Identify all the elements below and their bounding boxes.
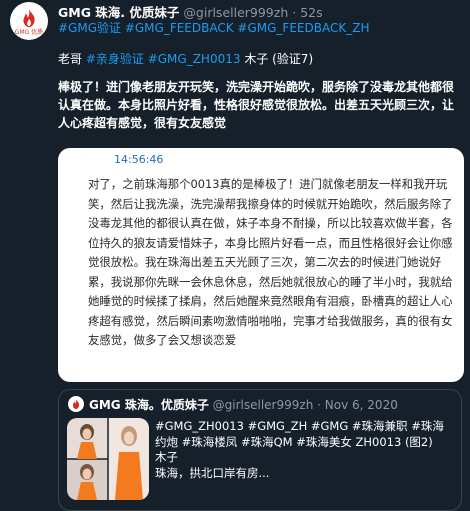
flame-logo-icon <box>23 8 35 27</box>
tweet-text: 棒极了！进门像老朋友开玩笑，洗完澡开始跪吹，服务除了没毒龙其他都很认真在做。本身… <box>58 80 455 130</box>
quoted-name-line: 木子 <box>155 450 178 464</box>
quoted-avatar[interactable] <box>68 396 84 412</box>
hashtag-id[interactable]: #GMG_ZH0013 <box>144 52 241 66</box>
quoted-author-name: GMG 珠海。优质妹子 <box>89 398 209 412</box>
quoted-header: GMG 珠海。优质妹子 @girlseller999zh · Nov 6, 20… <box>89 396 398 413</box>
hashtag-line[interactable]: #GMG验证 #GMG_FEEDBACK #GMG_FEEDBACK_ZH <box>58 19 369 36</box>
author-name[interactable]: GMG 珠海. 优质妹子 <box>58 5 179 20</box>
quoted-media-thumbnails[interactable] <box>67 418 149 500</box>
separator-dot: · <box>292 5 297 20</box>
card-time: 14:56:46 <box>114 153 164 166</box>
flame-logo-icon <box>72 399 80 409</box>
photo-collage-image <box>67 418 149 500</box>
quoted-text: #GMG_ZH0013 #GMG_ZH #GMG #珠海兼职 #珠海约炮 #珠海… <box>155 419 455 481</box>
separator-dot: · <box>317 398 321 412</box>
tweet-time[interactable]: 52s <box>300 5 322 20</box>
quoted-tweet[interactable]: GMG 珠海。优质妹子 @girlseller999zh · Nov 6, 20… <box>58 389 462 511</box>
meta-line: 老哥 #亲身验证 #GMG_ZH0013 木子 (验证7) <box>58 50 313 67</box>
quoted-date: Nov 6, 2020 <box>324 398 398 412</box>
quoted-author-handle: @girlseller999zh <box>212 398 314 412</box>
quoted-location-line: 珠海，拱北口岸有房... <box>155 465 270 480</box>
author-avatar[interactable]: GMG 优质 <box>10 2 48 40</box>
meta-suffix: 木子 (验证7) <box>240 52 314 66</box>
hashtag-verify[interactable]: #亲身验证 <box>86 52 144 66</box>
chat-screenshot-card[interactable]: 14:56:46 对了，之前珠海那个0013真的是棒极了！进门就像老朋友一样和我… <box>58 148 464 382</box>
card-text: 对了，之前珠海那个0013真的是棒极了！进门就像老朋友一样和我开玩笑，然后让我洗… <box>88 177 453 347</box>
author-handle[interactable]: @girlseller999zh <box>183 5 288 20</box>
avatar-caption: GMG 优质 <box>14 28 44 36</box>
quoted-tags[interactable]: #GMG_ZH0013 #GMG_ZH #GMG #珠海兼职 #珠海约炮 #珠海… <box>155 419 455 450</box>
meta-prefix: 老哥 <box>58 52 86 66</box>
